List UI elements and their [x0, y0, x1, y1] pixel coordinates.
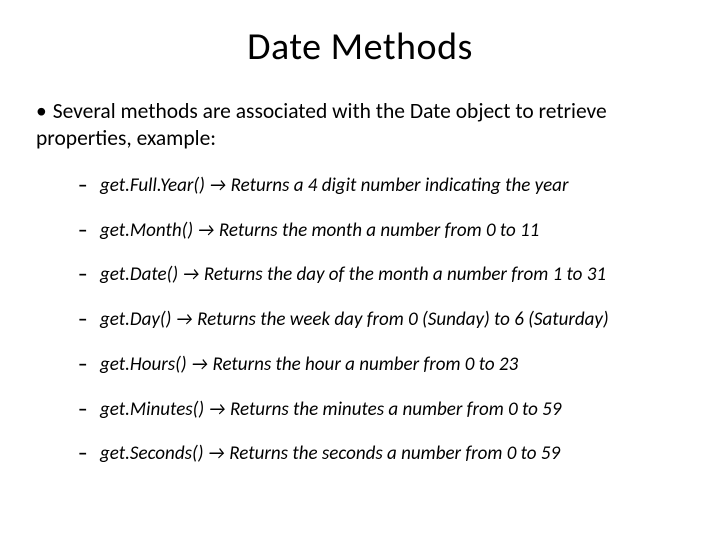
- lead-paragraph: • Several methods are associated with th…: [36, 98, 684, 152]
- bullet-icon: •: [36, 98, 48, 125]
- lead-text: Several methods are associated with the …: [36, 98, 607, 151]
- methods-list: get.Full.Year() → Returns a 4 digit numb…: [36, 174, 684, 466]
- slide: Date Methods • Several methods are assoc…: [0, 0, 720, 540]
- list-item: get.Date() → Returns the day of the mont…: [78, 263, 684, 287]
- list-item: get.Hours() → Returns the hour a number …: [78, 353, 684, 377]
- list-item: get.Seconds() → Returns the seconds a nu…: [78, 442, 684, 466]
- list-item: get.Minutes() → Returns the minutes a nu…: [78, 398, 684, 422]
- slide-title: Date Methods: [36, 24, 684, 70]
- list-item: get.Full.Year() → Returns a 4 digit numb…: [78, 174, 684, 198]
- list-item: get.Day() → Returns the week day from 0 …: [78, 308, 684, 332]
- list-item: get.Month() → Returns the month a number…: [78, 219, 684, 243]
